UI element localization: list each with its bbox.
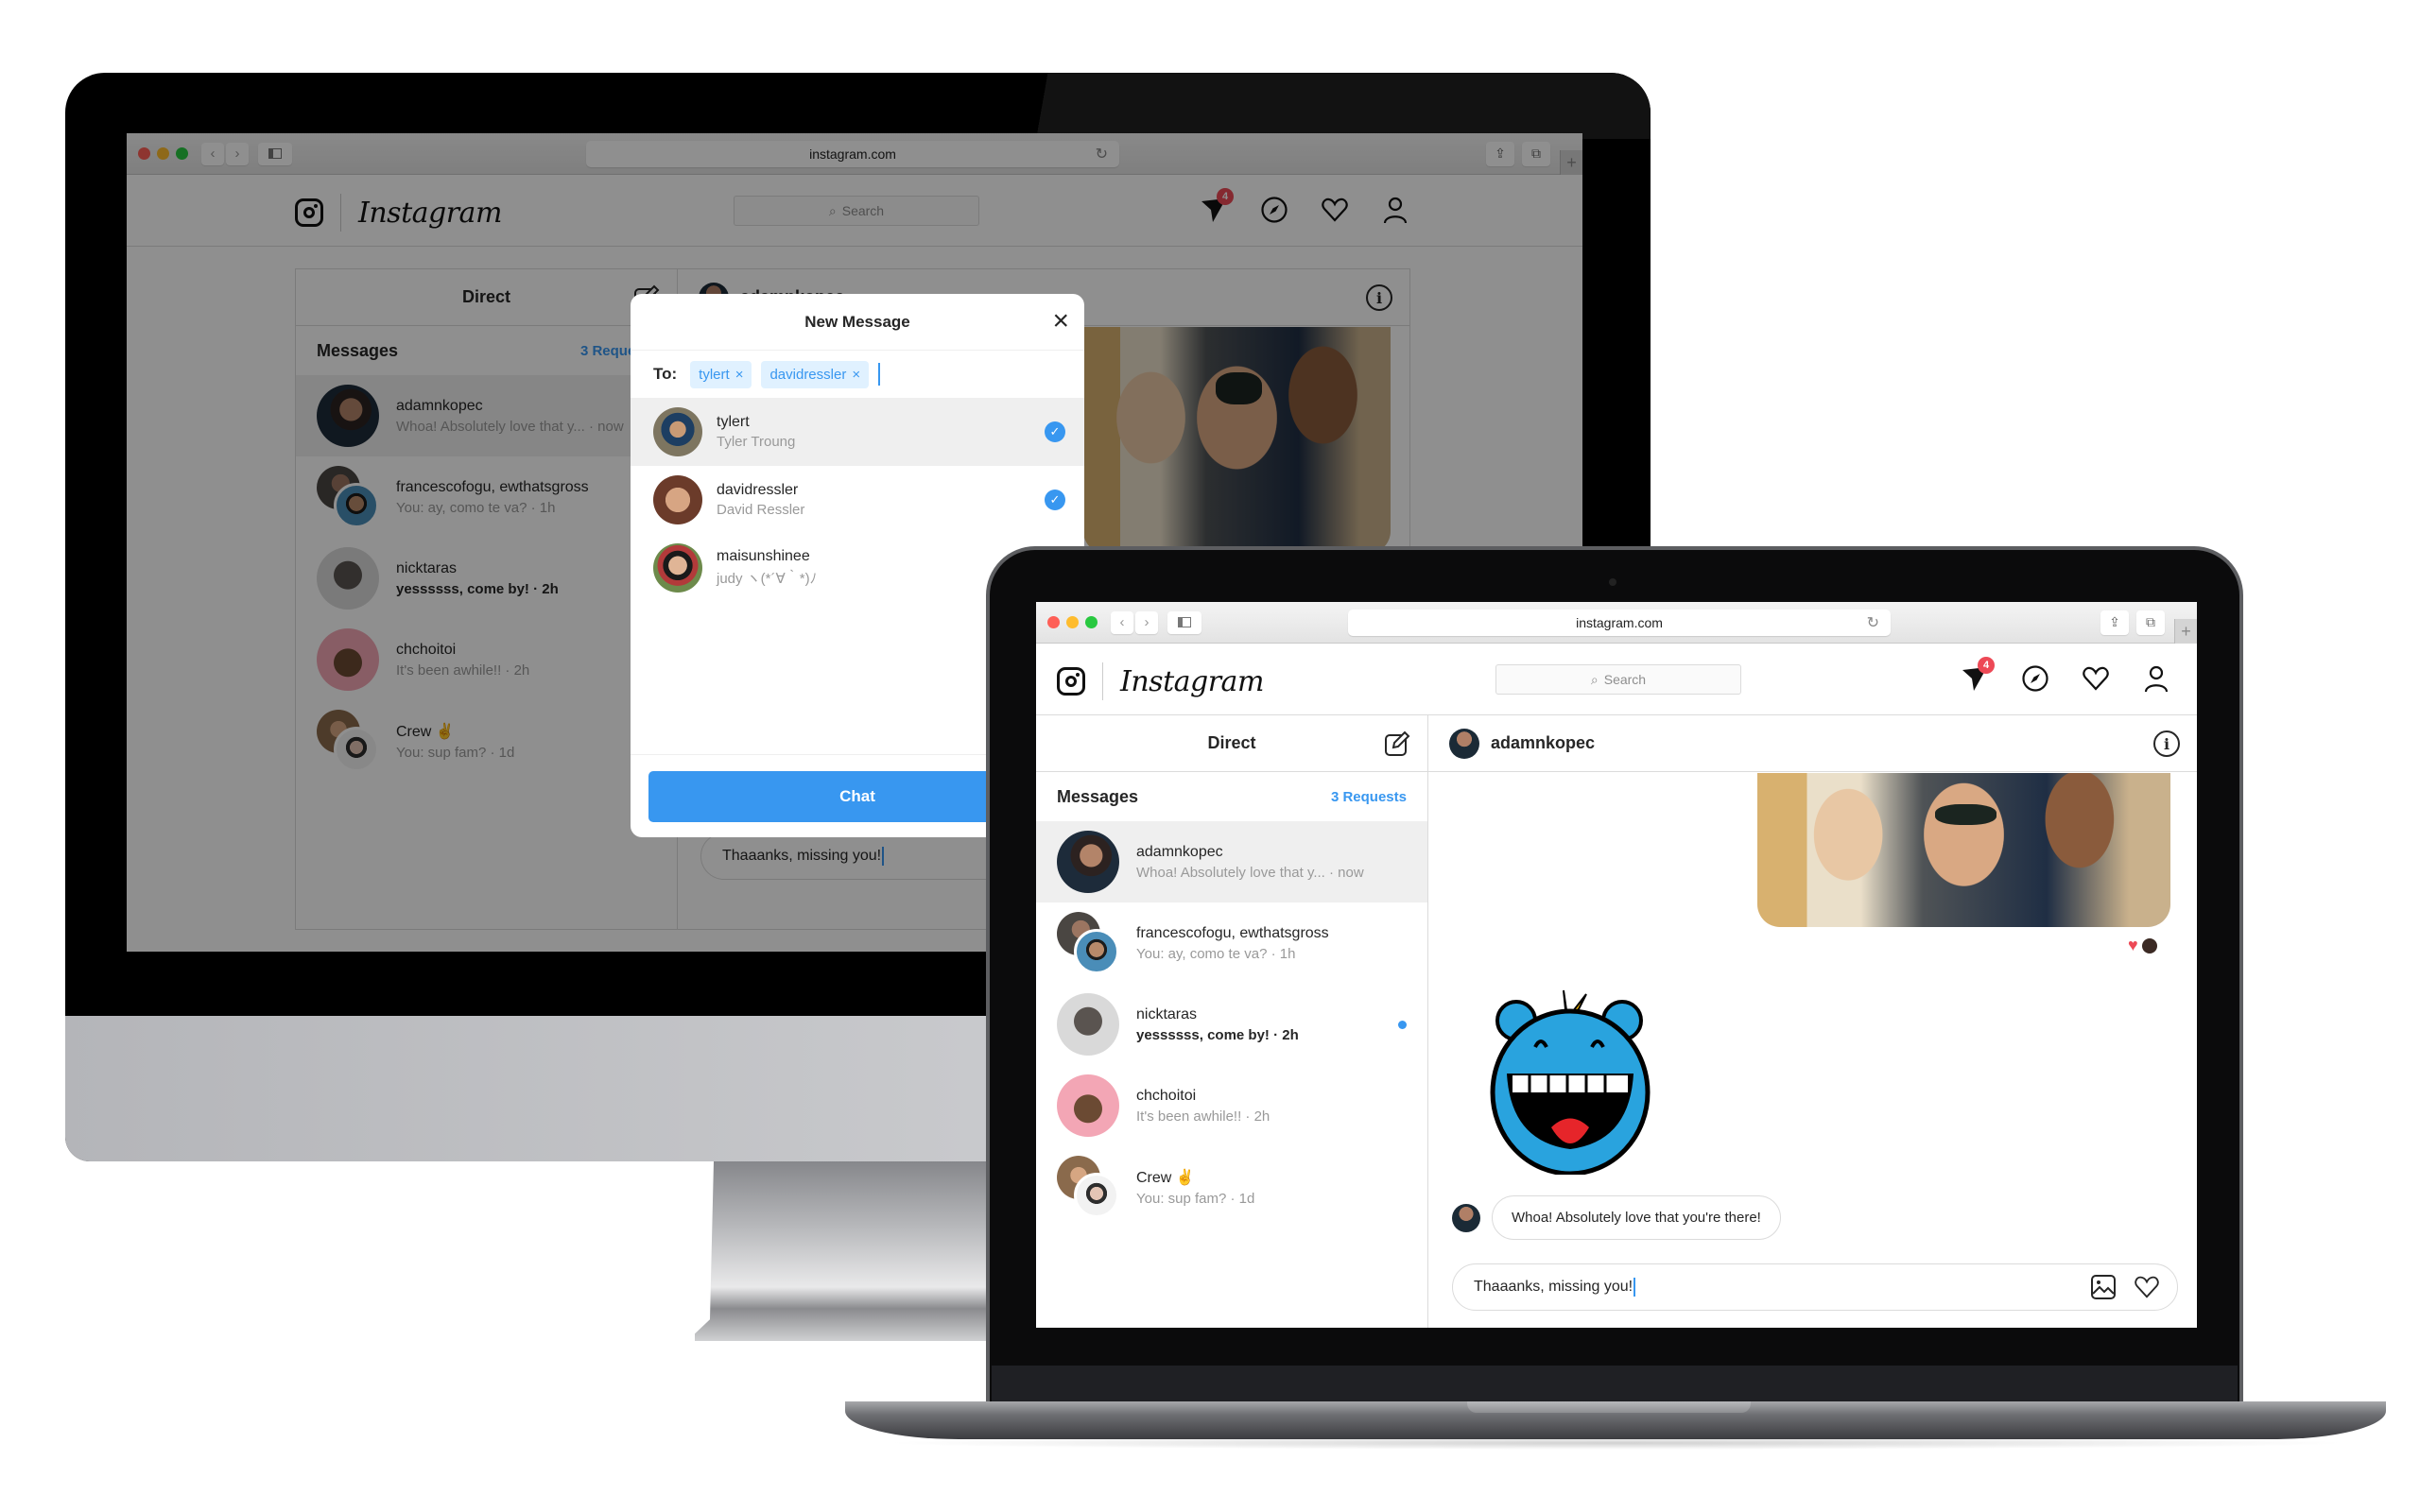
- group-avatar: [1057, 1156, 1119, 1218]
- new-tab-button[interactable]: +: [2174, 619, 2197, 644]
- message-bubble: Whoa! Absolutely love that you're there!: [1492, 1195, 1781, 1240]
- image-upload-icon[interactable]: [2090, 1274, 2117, 1300]
- selected-check-icon[interactable]: ✓: [1045, 421, 1065, 442]
- search-icon: ⌕: [1590, 671, 1599, 687]
- browser-toolbar: ‹ › instagram.com ↻ ⇪ ⧉ +: [1036, 602, 2197, 644]
- profile-icon: [2144, 665, 2169, 693]
- sidebar-icon: [1178, 617, 1191, 627]
- incoming-message: Whoa! Absolutely love that you're there!: [1452, 1195, 1781, 1240]
- laptop-screen: ‹ › instagram.com ↻ ⇪ ⧉ + Instagram ⌕ Se…: [1036, 602, 2197, 1328]
- unread-indicator: [1398, 1021, 1407, 1029]
- sender-avatar: [1452, 1203, 1480, 1232]
- avatar: [653, 543, 702, 593]
- explore-button[interactable]: [2021, 664, 2049, 693]
- share-button[interactable]: ⇪: [2100, 610, 2129, 635]
- avatar: [1057, 1074, 1119, 1137]
- chat-username[interactable]: adamnkopec: [1491, 733, 1595, 753]
- instagram-camera-icon: [1057, 667, 1085, 696]
- photo-reaction[interactable]: ♥: [2128, 936, 2157, 955]
- forward-button[interactable]: ›: [1135, 610, 1158, 634]
- camera: [1609, 578, 1616, 586]
- address-bar[interactable]: instagram.com ↻: [1348, 609, 1891, 636]
- remove-chip-icon[interactable]: ×: [852, 367, 860, 383]
- candidate-row[interactable]: tylert Tyler Troung ✓: [631, 398, 1084, 466]
- recipient-chip[interactable]: tylert ×: [690, 360, 752, 388]
- instagram-header: Instagram ⌕ Search 4: [1036, 644, 2197, 715]
- reactor-avatar: [2141, 937, 2157, 954]
- maximize-window-button[interactable]: [1085, 616, 1098, 628]
- thread-item[interactable]: nicktaras yessssss, come by! · 2h: [1036, 984, 1427, 1065]
- text-caret: [1634, 1278, 1636, 1297]
- thread-item[interactable]: Crew ✌️ You: sup fam? · 1d: [1036, 1146, 1427, 1228]
- compose-icon[interactable]: [1384, 730, 1410, 757]
- close-icon[interactable]: ×: [1052, 307, 1069, 335]
- instagram-wordmark: Instagram: [1120, 664, 1264, 698]
- activity-button[interactable]: [2082, 664, 2110, 693]
- heart-reaction-icon: ♥: [2128, 936, 2138, 954]
- recipient-field[interactable]: To: tylert × davidressler ×: [631, 351, 1084, 398]
- thread-item[interactable]: chchoitoi It's been awhile!! · 2h: [1036, 1065, 1427, 1146]
- conversation-list-pane: Direct Messages 3 Requests adamnkopec Who…: [1036, 715, 1428, 1328]
- thread-item[interactable]: francescofogu, ewthatsgross You: ay, como…: [1036, 902, 1427, 984]
- thread-list: adamnkopec Whoa! Absolutely love that y..…: [1036, 821, 1427, 1228]
- avatar: [653, 407, 702, 456]
- window-controls: [1047, 616, 1098, 628]
- text-caret: [878, 363, 881, 386]
- recipient-chip[interactable]: davidressler ×: [761, 360, 870, 388]
- candidate-row[interactable]: davidressler David Ressler ✓: [631, 466, 1084, 534]
- to-label: To:: [653, 365, 678, 383]
- direct-panel: Direct Messages 3 Requests adamnkopec Who…: [1036, 715, 2197, 1328]
- search-placeholder: Search: [1603, 672, 1647, 687]
- avatar: [1057, 831, 1119, 893]
- avatar: [653, 475, 702, 524]
- profile-button[interactable]: [2142, 664, 2170, 693]
- reload-icon[interactable]: ↻: [1867, 613, 1879, 632]
- tabs-overview-button[interactable]: ⧉: [2136, 610, 2165, 635]
- avatar: [1057, 993, 1119, 1056]
- chat-avatar: [1449, 728, 1479, 759]
- thread-item[interactable]: adamnkopec Whoa! Absolutely love that y..…: [1036, 821, 1427, 902]
- message-input[interactable]: Thaaanks, missing you!: [1452, 1263, 2178, 1311]
- search-input[interactable]: ⌕ Search: [1495, 664, 1741, 695]
- group-avatar: [1057, 912, 1119, 974]
- direct-button[interactable]: 4: [1961, 657, 1995, 693]
- sidebar-toggle-button[interactable]: [1167, 610, 1201, 634]
- activity-heart-icon: [2083, 666, 2109, 691]
- selected-check-icon[interactable]: ✓: [1045, 490, 1065, 510]
- close-window-button[interactable]: [1047, 616, 1060, 628]
- laughing-bear-sticker[interactable]: [1480, 981, 1660, 1175]
- direct-badge: 4: [1978, 657, 1995, 674]
- requests-link[interactable]: 3 Requests: [1331, 789, 1407, 805]
- shared-photo[interactable]: [1757, 773, 2170, 927]
- chat-header: adamnkopec i: [1428, 715, 2197, 772]
- remove-chip-icon[interactable]: ×: [735, 367, 744, 383]
- instagram-logo[interactable]: Instagram: [1057, 662, 1264, 700]
- url-text: instagram.com: [1576, 614, 1663, 630]
- info-icon[interactable]: i: [2153, 730, 2180, 757]
- explore-compass-icon: [2022, 665, 2048, 692]
- back-button[interactable]: ‹: [1111, 610, 1133, 634]
- minimize-window-button[interactable]: [1066, 616, 1079, 628]
- dialog-title: New Message: [804, 312, 910, 331]
- messages-heading: Messages: [1057, 786, 1139, 806]
- direct-title: Direct: [1036, 715, 1427, 772]
- like-heart-icon[interactable]: [2134, 1274, 2160, 1300]
